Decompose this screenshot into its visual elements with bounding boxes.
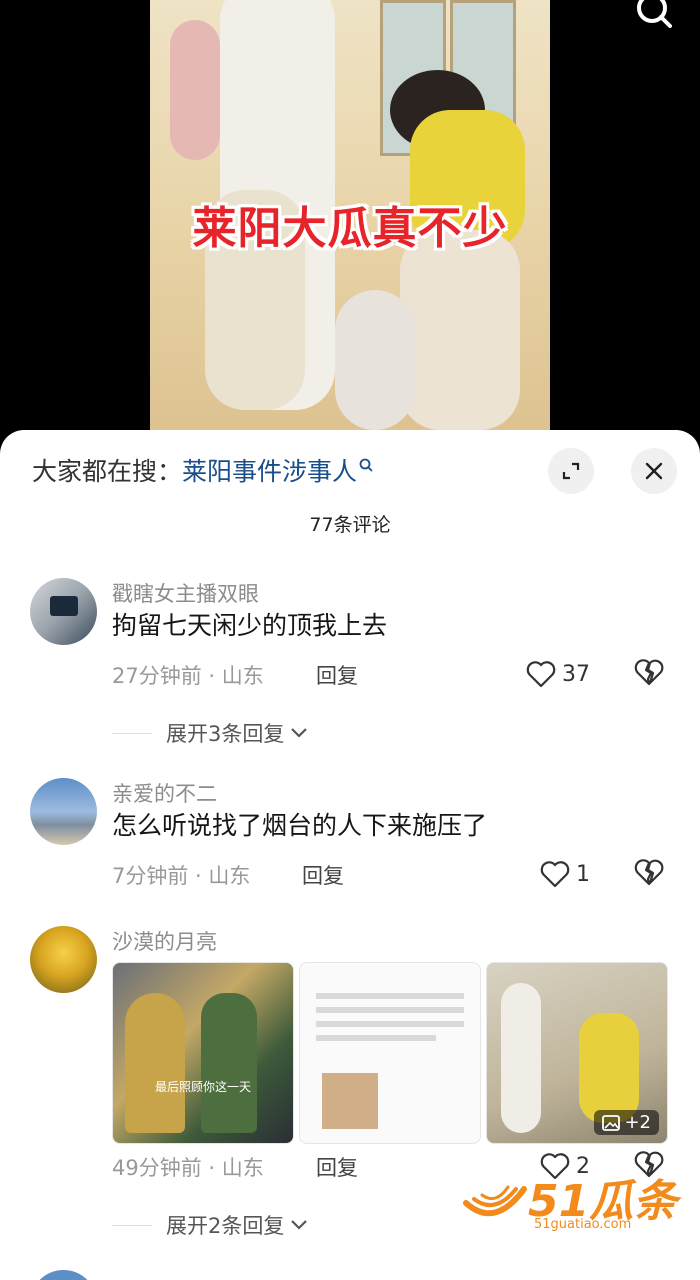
comment-time: 49分钟前 [112,1156,202,1180]
like-count: 37 [562,661,590,687]
trending-search: 大家都在搜：莱阳事件涉事人 [32,456,373,488]
search-icon[interactable] [359,456,373,476]
broken-heart-icon [634,859,664,886]
comment-item: 亲爱的不二 怎么听说找了烟台的人下来施压了 7分钟前 · 山东 回复 1 [0,778,700,918]
expand-icon [562,462,580,480]
dislike-button[interactable] [634,858,666,890]
chevron-down-icon [291,1220,308,1230]
expand-replies-button[interactable]: 展开2条回复 [112,1210,310,1240]
heart-icon [540,861,570,888]
figure-uniform [201,993,257,1133]
comment-username[interactable]: 亲爱的不二 [112,778,217,808]
comment-username[interactable]: 沙漠的月亮 [112,926,217,956]
text-line [316,993,464,999]
comment-image[interactable]: +2 [486,962,668,1144]
comment-item: 戳瞎女主播双眼 拘留七天闲少的顶我上去 27分钟前 · 山东 回复 37 展开3… [0,578,700,768]
comment-location: 山东 [221,1156,264,1180]
expand-button[interactable] [548,448,594,494]
expand-replies-label: 展开2条回复 [166,1214,285,1238]
more-images-badge[interactable]: +2 [594,1110,659,1135]
reply-button[interactable]: 回复 [316,1152,358,1182]
comment-username[interactable]: 戳瞎女主播双眼 [112,578,259,608]
reply-button[interactable]: 回复 [302,860,344,890]
comment-location: 山东 [221,664,264,688]
avatar[interactable] [30,1270,97,1280]
comment-meta: 7分钟前 · 山东 [112,864,251,888]
divider [112,1224,152,1226]
comment-meta: 27分钟前 · 山东 [112,664,264,688]
image-icon [602,1114,621,1131]
photo-block [322,1073,378,1129]
girl-figure [170,20,220,160]
woman-trousers [400,230,520,430]
melon-logo-icon [463,1185,527,1217]
trending-link[interactable]: 莱阳事件涉事人 [182,457,357,486]
comment-location: 山东 [208,864,251,888]
comment-meta: 49分钟前 · 山东 [112,1156,264,1180]
text-line [316,1035,436,1041]
text-line [316,1021,464,1027]
comment-image[interactable]: 最后照顾你这一天 [112,962,294,1144]
avatar[interactable] [30,926,97,993]
child-figure [335,290,415,430]
close-icon [645,462,663,480]
chevron-down-icon [291,728,308,738]
broken-heart-icon [634,659,664,686]
dislike-button[interactable] [634,658,666,690]
text-line [316,1007,464,1013]
comment-image[interactable] [299,962,481,1144]
video-player[interactable]: 莱阳大瓜真不少 [0,0,700,460]
expand-replies-button[interactable]: 展开3条回复 [112,718,310,748]
search-button[interactable] [634,0,678,34]
figure [501,983,541,1133]
like-button[interactable]: 37 [526,658,590,690]
close-button[interactable] [631,448,677,494]
reply-button[interactable]: 回复 [316,660,358,690]
video-title: 莱阳大瓜真不少 [192,203,508,254]
watermark-logo: 51瓜条 51guatiao.com [460,1165,690,1240]
avatar[interactable] [30,578,97,645]
divider [112,732,152,734]
comment-time: 7分钟前 [112,864,189,888]
heart-icon [526,661,556,688]
video-frame: 莱阳大瓜真不少 [150,0,550,460]
comment-text: 怎么听说找了烟台的人下来施压了 [112,811,488,840]
search-icon [637,0,672,28]
like-button[interactable]: 1 [540,858,590,890]
comment-panel: 大家都在搜：莱阳事件涉事人 77条评论 戳瞎女主播双眼 拘留七天闲少的顶我上去 … [0,430,700,1280]
more-images-count: +2 [624,1112,651,1133]
expand-replies-label: 展开3条回复 [166,722,285,746]
comment-time: 27分钟前 [112,664,202,688]
avatar[interactable] [30,778,97,845]
comment-text: 拘留七天闲少的顶我上去 [112,611,388,640]
watermark-url: 51guatiao.com [534,1217,632,1232]
figure [579,1013,639,1123]
trending-label: 大家都在搜： [32,457,183,486]
figure-dress [125,993,185,1133]
comment-count: 77条评论 [309,514,391,536]
like-count: 1 [576,861,590,887]
image-caption: 最后照顾你这一天 [154,1080,251,1094]
